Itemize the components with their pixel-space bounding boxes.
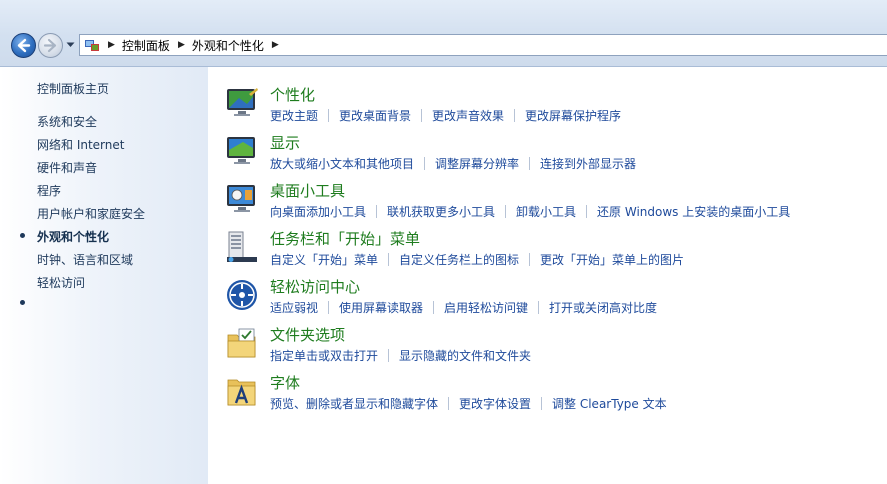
folder-options-icon[interactable]: [225, 326, 259, 360]
sidebar-item-system-security[interactable]: 系统和安全: [37, 113, 97, 130]
link-change-screensaver[interactable]: 更改屏幕保护程序: [525, 107, 621, 124]
sidebar-item-clock-language[interactable]: 时钟、语言和区域: [37, 251, 133, 268]
address-toolbar: ▶ 控制面板 ▶ 外观和个性化 ▶: [0, 0, 887, 67]
left-navigation-pane: 控制面板主页 系统和安全 网络和 Internet 硬件和声音 程序 用户帐户和…: [0, 67, 208, 484]
category-title-personalization[interactable]: 个性化: [270, 84, 315, 105]
back-button[interactable]: [11, 33, 36, 58]
link-show-hidden-files[interactable]: 显示隐藏的文件和文件夹: [399, 347, 531, 364]
ease-of-access-icon[interactable]: [225, 278, 259, 312]
address-bar[interactable]: ▶ 控制面板 ▶ 外观和个性化 ▶: [79, 34, 887, 56]
category-ease-of-access-center: 轻松访问中心 适应弱视 使用屏幕读取器 启用轻松访问键 打开或关闭高对比度: [225, 278, 875, 322]
link-change-theme[interactable]: 更改主题: [270, 107, 318, 124]
forward-arrow-icon: [43, 38, 57, 53]
current-item-bullet-icon: [20, 300, 25, 305]
current-item-marker-icon: [20, 233, 25, 238]
link-change-font-settings[interactable]: 更改字体设置: [459, 395, 531, 412]
link-change-desktop-background[interactable]: 更改桌面背景: [339, 107, 411, 124]
category-title-taskbar-start-menu[interactable]: 任务栏和「开始」菜单: [270, 228, 420, 249]
sidebar-item-appearance: 外观和个性化: [37, 230, 110, 244]
control-panel-icon: [85, 40, 99, 51]
link-change-sound-effects[interactable]: 更改声音效果: [432, 107, 504, 124]
link-preview-delete-fonts[interactable]: 预览、删除或者显示和隐藏字体: [270, 395, 438, 412]
breadcrumb-separator-icon[interactable]: ▶: [272, 40, 279, 50]
category-title-fonts[interactable]: 字体: [270, 372, 300, 393]
link-turn-on-easy-access-keys[interactable]: 启用轻松访问键: [444, 299, 528, 316]
personalization-icon[interactable]: [225, 86, 259, 120]
breadcrumb-separator-icon[interactable]: ▶: [108, 40, 115, 50]
sidebar-item-user-accounts[interactable]: 用户帐户和家庭安全: [37, 205, 145, 222]
display-icon[interactable]: [225, 134, 259, 168]
link-customize-start-menu[interactable]: 自定义「开始」菜单: [270, 251, 378, 268]
sidebar-item-programs[interactable]: 程序: [37, 182, 61, 199]
fonts-icon[interactable]: [225, 374, 259, 408]
control-panel-home-link[interactable]: 控制面板主页: [37, 80, 109, 97]
recent-pages-dropdown-icon[interactable]: [66, 42, 75, 48]
link-adjust-screen-resolution[interactable]: 调整屏幕分辨率: [435, 155, 519, 172]
category-display: 显示 放大或缩小文本和其他项目 调整屏幕分辨率 连接到外部显示器: [225, 134, 875, 178]
breadcrumb-control-panel[interactable]: 控制面板: [122, 37, 170, 54]
link-adjust-cleartype[interactable]: 调整 ClearType 文本: [552, 395, 667, 412]
link-get-more-gadgets-online[interactable]: 联机获取更多小工具: [387, 203, 495, 220]
link-single-double-click[interactable]: 指定单击或双击打开: [270, 347, 378, 364]
link-add-gadgets[interactable]: 向桌面添加小工具: [270, 203, 366, 220]
category-taskbar-start-menu: 任务栏和「开始」菜单 自定义「开始」菜单 自定义任务栏上的图标 更改「开始」菜单…: [225, 230, 875, 274]
link-toggle-high-contrast[interactable]: 打开或关闭高对比度: [549, 299, 657, 316]
sidebar-item-hardware-sound[interactable]: 硬件和声音: [37, 159, 97, 176]
category-personalization: 个性化 更改主题 更改桌面背景 更改声音效果 更改屏幕保护程序: [225, 86, 875, 130]
link-make-text-larger-smaller[interactable]: 放大或缩小文本和其他项目: [270, 155, 414, 172]
category-title-ease-of-access-center[interactable]: 轻松访问中心: [270, 276, 360, 297]
gadgets-icon[interactable]: [225, 182, 259, 216]
category-title-desktop-gadgets[interactable]: 桌面小工具: [270, 180, 345, 201]
category-title-display[interactable]: 显示: [270, 132, 300, 153]
category-title-folder-options[interactable]: 文件夹选项: [270, 324, 345, 345]
link-connect-external-display[interactable]: 连接到外部显示器: [540, 155, 636, 172]
sidebar-item-ease-of-access[interactable]: 轻松访问: [37, 274, 85, 291]
category-desktop-gadgets: 桌面小工具 向桌面添加小工具 联机获取更多小工具 卸载小工具 还原 Window…: [225, 182, 875, 226]
forward-button[interactable]: [38, 33, 63, 58]
taskbar-icon[interactable]: [225, 230, 259, 264]
category-fonts: 字体 预览、删除或者显示和隐藏字体 更改字体设置 调整 ClearType 文本: [225, 374, 875, 418]
back-arrow-icon: [17, 38, 31, 53]
sidebar-item-network[interactable]: 网络和 Internet: [37, 136, 124, 153]
link-accommodate-low-vision[interactable]: 适应弱视: [270, 299, 318, 316]
breadcrumb-separator-icon[interactable]: ▶: [178, 40, 185, 50]
link-customize-taskbar-icons[interactable]: 自定义任务栏上的图标: [399, 251, 519, 268]
link-uninstall-gadget[interactable]: 卸载小工具: [516, 203, 576, 220]
link-restore-gadgets[interactable]: 还原 Windows 上安装的桌面小工具: [597, 203, 790, 220]
link-change-start-menu-picture[interactable]: 更改「开始」菜单上的图片: [540, 251, 684, 268]
category-folder-options: 文件夹选项 指定单击或双击打开 显示隐藏的文件和文件夹: [225, 326, 875, 370]
breadcrumb-appearance[interactable]: 外观和个性化: [192, 37, 264, 54]
link-use-screen-reader[interactable]: 使用屏幕读取器: [339, 299, 423, 316]
